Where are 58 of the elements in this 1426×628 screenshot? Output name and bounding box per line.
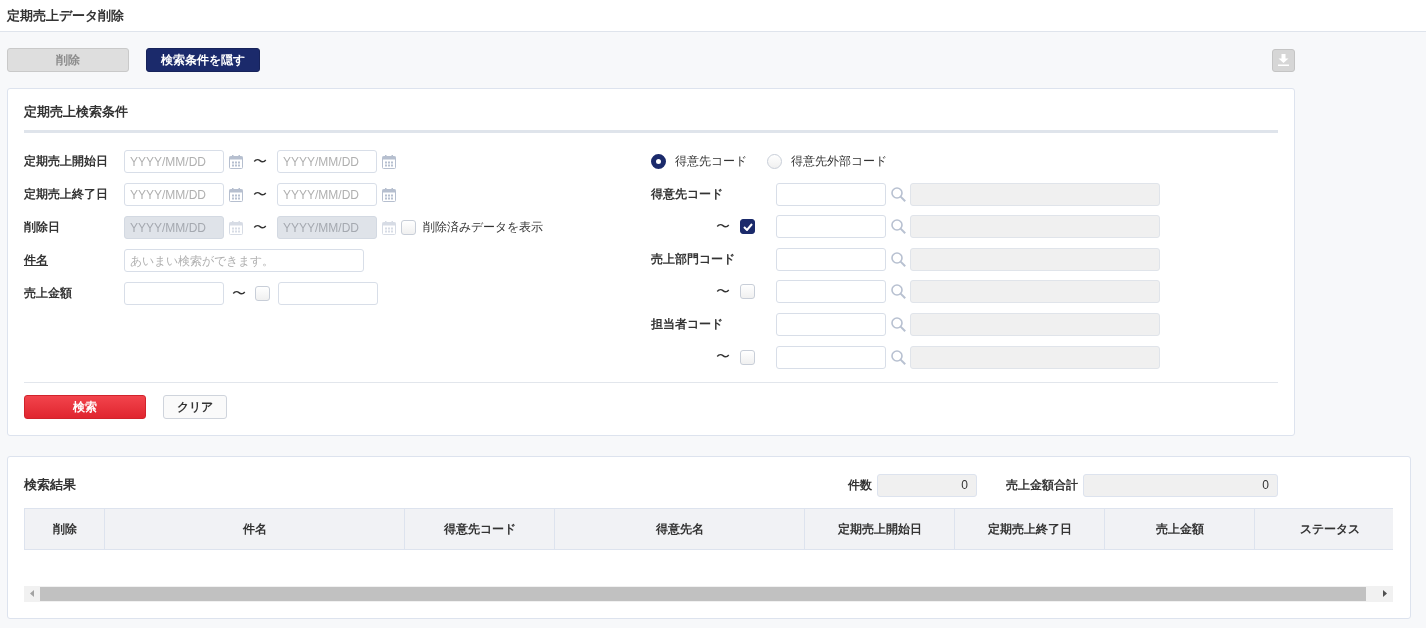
- amount-field[interactable]: [278, 282, 378, 305]
- code-field[interactable]: [776, 182, 886, 206]
- radio-label[interactable]: 得意先外部コード: [791, 153, 887, 170]
- code-field[interactable]: [776, 345, 886, 369]
- scroll-right-icon[interactable]: [1383, 590, 1387, 598]
- subject-link[interactable]: 件名: [24, 252, 124, 269]
- range-separator: 〜: [716, 217, 730, 236]
- check-icon: [742, 222, 753, 231]
- calendar-icon[interactable]: [382, 187, 396, 202]
- search-icon[interactable]: [891, 284, 906, 300]
- total-field: 0: [1083, 473, 1278, 497]
- date-field[interactable]: YYYY/MM/DD: [124, 150, 224, 173]
- download-icon: [1278, 54, 1289, 66]
- panel-title: 定期売上検索条件: [24, 103, 129, 121]
- code-label: 売上部門コード: [651, 250, 736, 268]
- date-field[interactable]: YYYY/MM/DD: [277, 150, 377, 173]
- search-icon[interactable]: [891, 219, 906, 235]
- results-title: 検索結果: [24, 476, 76, 495]
- calendar-icon[interactable]: [382, 154, 396, 169]
- range-separator: 〜: [252, 218, 268, 237]
- subject-field[interactable]: あいまい検索ができます。: [124, 249, 364, 272]
- code-field[interactable]: [776, 280, 886, 304]
- search-icon[interactable]: [891, 316, 906, 332]
- clear-button[interactable]: クリア: [163, 394, 227, 419]
- calendar-icon[interactable]: [382, 220, 396, 235]
- code-label: 得意先コード: [651, 185, 724, 203]
- code-field[interactable]: [776, 215, 886, 239]
- code-label: 担当者コード: [651, 315, 724, 333]
- radio-button[interactable]: [651, 154, 666, 169]
- range-separator: 〜: [231, 284, 247, 303]
- search-icon[interactable]: [891, 349, 906, 365]
- calendar-icon[interactable]: [229, 154, 243, 169]
- page-title: 定期売上データ削除: [7, 6, 124, 25]
- search-icon[interactable]: [891, 251, 906, 267]
- range-separator: 〜: [252, 185, 268, 204]
- amount-field[interactable]: [124, 282, 224, 305]
- date-field[interactable]: YYYY/MM/DD: [277, 183, 377, 206]
- range-separator: 〜: [252, 152, 268, 171]
- checkbox[interactable]: [740, 219, 755, 235]
- range-separator: 〜: [716, 282, 730, 301]
- code-field[interactable]: [776, 247, 886, 271]
- field-label: 定期売上開始日: [24, 153, 109, 170]
- code-field[interactable]: [776, 312, 886, 336]
- search-button[interactable]: 検索: [24, 394, 146, 419]
- total-label: 件数: [848, 476, 872, 494]
- scroll-left-icon[interactable]: [30, 590, 34, 598]
- calendar-icon[interactable]: [229, 220, 243, 235]
- field-label: 売上金額: [24, 285, 73, 302]
- search-icon[interactable]: [891, 186, 906, 202]
- radio-label[interactable]: 得意先コード: [675, 153, 747, 170]
- date-field[interactable]: YYYY/MM/DD: [124, 183, 224, 206]
- hide-conditions-button[interactable]: 検索条件を隠す: [146, 48, 260, 72]
- total-field: 0: [877, 473, 977, 497]
- calendar-icon[interactable]: [229, 187, 243, 202]
- field-label: 削除日: [24, 219, 61, 236]
- range-separator: 〜: [716, 348, 730, 367]
- field-label: 定期売上終了日: [24, 186, 109, 203]
- total-label: 売上金額合計: [1006, 476, 1078, 494]
